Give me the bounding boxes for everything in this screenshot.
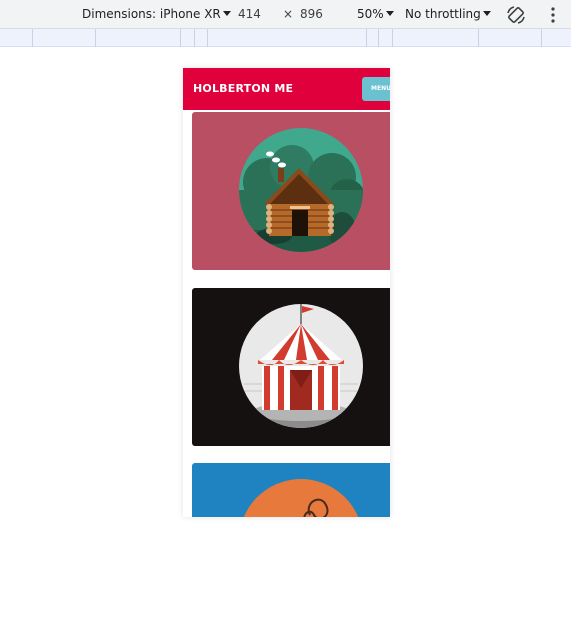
device-toolbar: Dimensions: iPhone XR 414 × 896 50% No t… xyxy=(0,0,571,29)
more-options-icon[interactable] xyxy=(547,5,559,25)
ruler-tick xyxy=(392,29,393,47)
ruler-tick xyxy=(207,29,208,47)
circus-tent-illustration xyxy=(239,304,363,428)
chevron-down-icon xyxy=(222,11,231,16)
zoom-dropdown[interactable]: 50% xyxy=(357,7,394,21)
orange-circle-illustration xyxy=(243,479,359,517)
chevron-down-icon xyxy=(385,11,394,16)
ruler-tick xyxy=(366,29,367,47)
ruler-tick xyxy=(194,29,195,47)
throttling-label: No throttling xyxy=(405,7,481,21)
chevron-down-icon xyxy=(482,11,491,16)
site-brand[interactable]: HOLBERTON ME xyxy=(193,82,293,95)
ruler-tick xyxy=(378,29,379,47)
dimensions-label: Dimensions: iPhone XR xyxy=(82,7,221,21)
media-query-bar[interactable] xyxy=(0,29,571,47)
zoom-label: 50% xyxy=(357,7,384,21)
height-input[interactable]: 896 xyxy=(300,7,323,21)
ruler-tick xyxy=(180,29,181,47)
ruler-tick xyxy=(95,29,96,47)
card-circus-tent[interactable] xyxy=(192,288,390,446)
dimension-separator: × xyxy=(283,7,294,21)
site-header: HOLBERTON ME MENU xyxy=(183,68,390,110)
dimensions-dropdown[interactable]: Dimensions: iPhone XR xyxy=(82,7,231,21)
ruler-tick xyxy=(32,29,33,47)
menu-button[interactable]: MENU xyxy=(362,77,390,101)
rotate-icon[interactable] xyxy=(505,4,527,26)
width-input[interactable]: 414 xyxy=(238,7,261,21)
card-orange[interactable] xyxy=(192,463,390,517)
log-cabin-illustration xyxy=(239,128,363,252)
card-log-cabin[interactable] xyxy=(192,112,390,270)
ruler-tick xyxy=(541,29,542,47)
device-viewport: HOLBERTON ME MENU xyxy=(183,68,390,517)
ruler-tick xyxy=(478,29,479,47)
throttling-dropdown[interactable]: No throttling xyxy=(405,7,491,21)
